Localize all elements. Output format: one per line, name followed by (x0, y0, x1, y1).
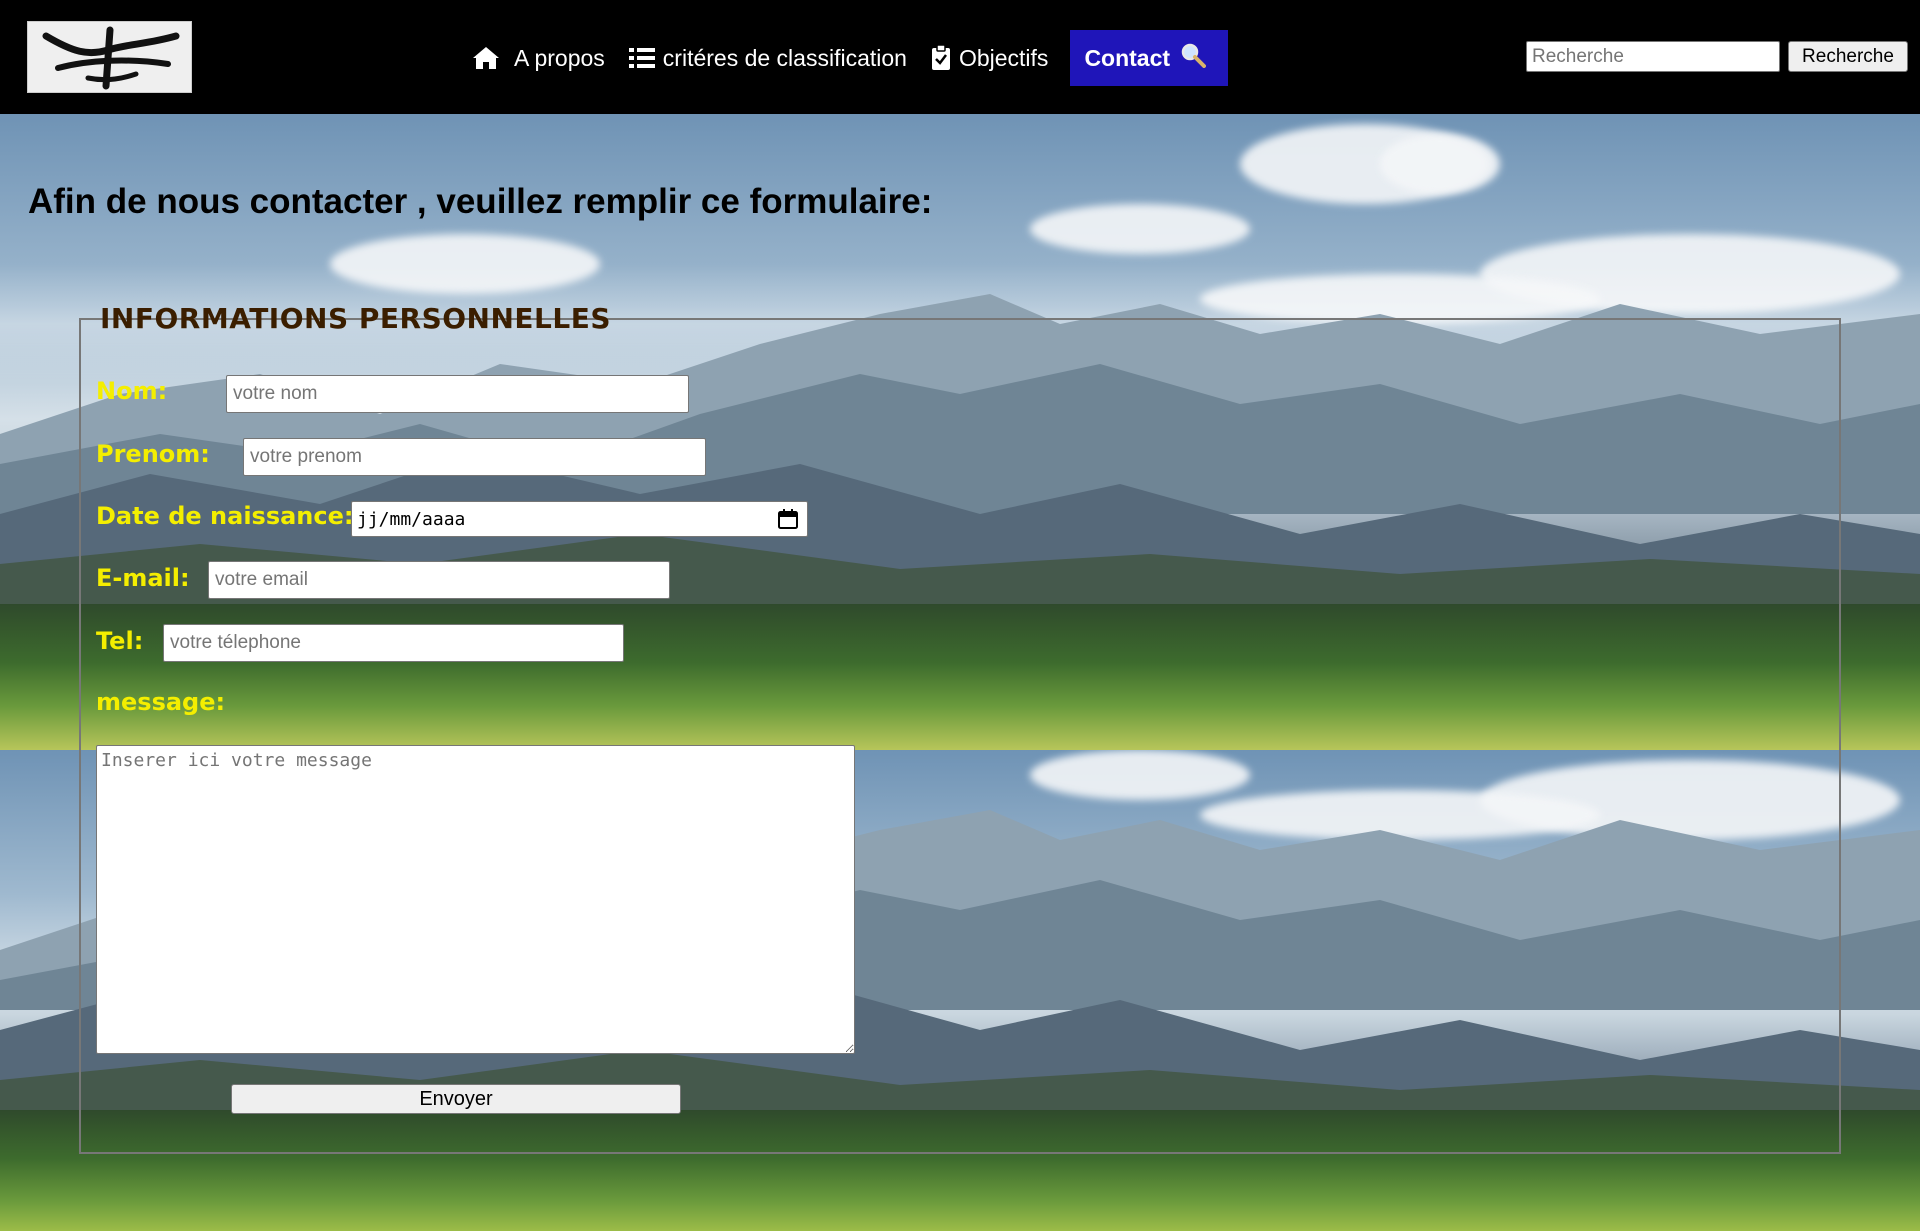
magnifier-icon (1180, 42, 1214, 74)
search-input[interactable] (1526, 41, 1780, 72)
email-label: E-mail: (96, 564, 190, 592)
nav-item-a-propos[interactable]: A propos (460, 30, 617, 86)
nom-label: Nom: (96, 377, 168, 405)
tel-label: Tel: (96, 627, 144, 655)
message-label: message: (96, 688, 226, 716)
nav-label: Objectifs (958, 44, 1049, 71)
page-title: Afin de nous contacter , veuillez rempli… (28, 182, 933, 221)
nav-item-contact[interactable]: Contact (1070, 30, 1229, 86)
nav-item-criteres[interactable]: critéres de classification (617, 30, 919, 86)
message-textarea[interactable] (96, 745, 855, 1054)
calendar-icon[interactable] (777, 508, 799, 535)
main-nav: A propos critéres de classification Obje… (460, 30, 1229, 86)
date-naissance-input[interactable]: jj/mm/aaaa (351, 501, 808, 537)
nav-label: Contact (1084, 44, 1171, 71)
nav-label: A propos (514, 44, 605, 71)
top-navbar: A propos critéres de classification Obje… (0, 0, 1920, 114)
clipboard-check-icon (931, 45, 950, 70)
prenom-input[interactable] (243, 438, 706, 476)
date-naissance-label: Date de naissance: (96, 502, 354, 530)
search-button[interactable]: Recherche (1788, 41, 1908, 72)
prenom-label: Prenom: (96, 440, 210, 468)
nav-item-objectifs[interactable]: Objectifs (919, 30, 1060, 86)
fieldset-legend: INFORMATIONS PERSONNELLES (100, 302, 612, 335)
yaz-logo-icon (42, 26, 180, 90)
home-icon (473, 47, 499, 69)
email-input[interactable] (208, 561, 670, 599)
list-icon (628, 48, 655, 68)
tel-input[interactable] (163, 624, 624, 662)
site-logo[interactable] (27, 21, 192, 93)
date-format-text: jj/mm/aaaa (357, 508, 466, 530)
envoyer-button[interactable]: Envoyer (231, 1084, 681, 1114)
nav-label: critéres de classification (662, 44, 907, 71)
nom-input[interactable] (226, 375, 689, 413)
